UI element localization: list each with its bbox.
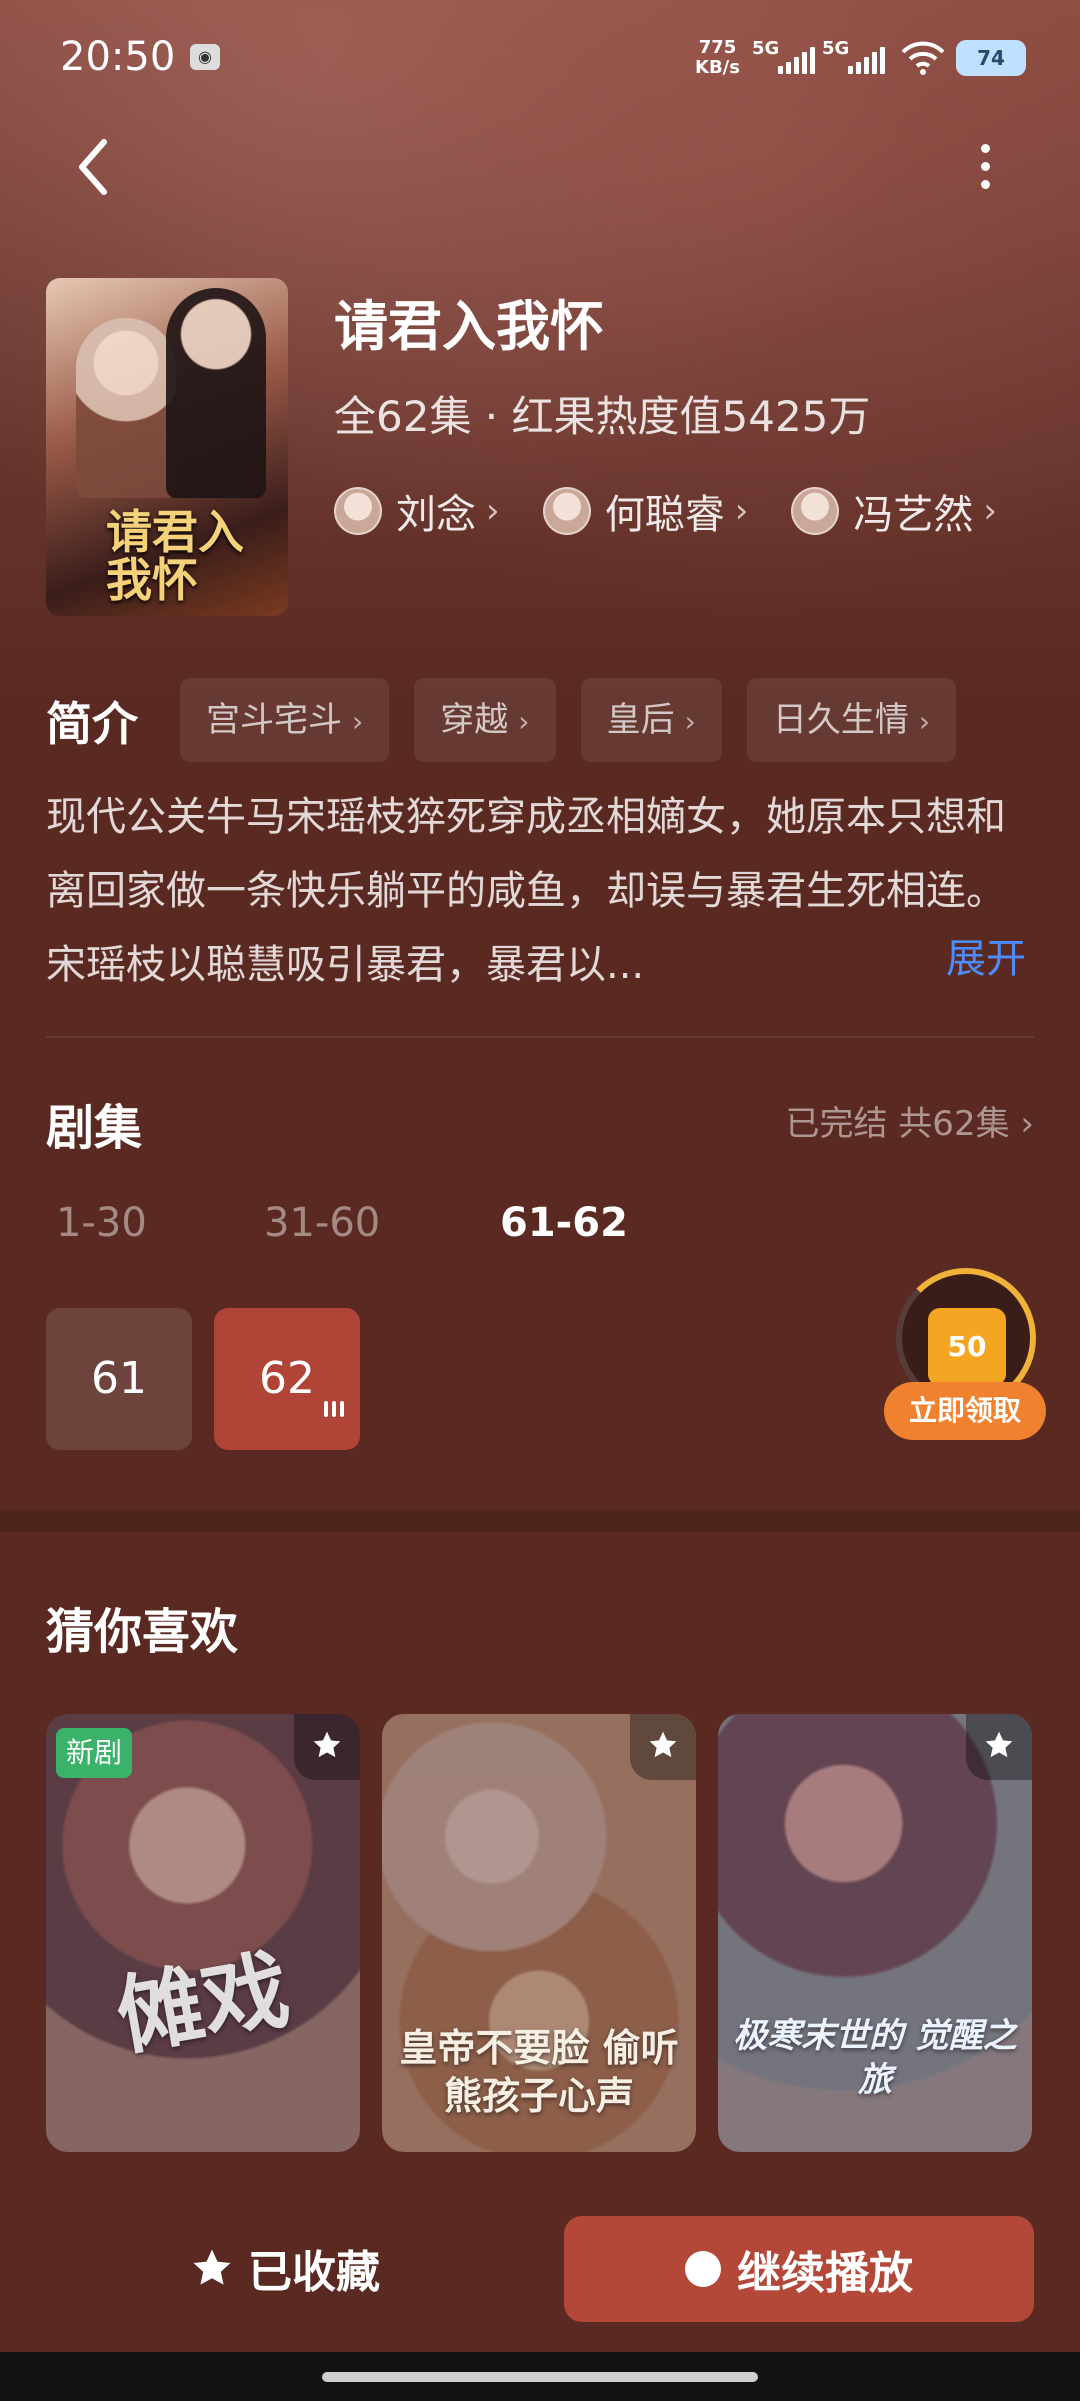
- tag-label: 宫斗宅斗: [206, 700, 342, 740]
- tag-list: 宫斗宅斗 › 穿越 › 皇后 › 日久生情 ›: [180, 678, 976, 764]
- cast-name: 冯艺然: [853, 492, 974, 538]
- recommend-card[interactable]: 极寒末世的 觉醒之旅: [718, 1714, 1032, 2152]
- star-icon: [985, 1731, 1013, 1758]
- network-speed-value: 775: [698, 37, 737, 58]
- collect-button[interactable]: 已收藏: [190, 2226, 380, 2310]
- tab-range-3[interactable]: 61-62: [500, 1200, 628, 1246]
- tab-range-2[interactable]: 31-60: [264, 1200, 380, 1246]
- episode-button[interactable]: 61: [46, 1308, 192, 1450]
- favorite-button[interactable]: [966, 1714, 1032, 1780]
- cast-item[interactable]: 刘念 ›: [334, 482, 500, 540]
- tag-label: 穿越: [440, 700, 509, 740]
- chevron-right-icon: ›: [734, 491, 749, 531]
- network-type-2: 5G: [822, 38, 850, 59]
- home-indicator[interactable]: [322, 2372, 758, 2382]
- cast-name: 何聪睿: [604, 492, 725, 538]
- tag-chip[interactable]: 皇后 ›: [580, 678, 722, 762]
- battery-icon: 74: [956, 40, 1026, 76]
- tag-chip[interactable]: 宫斗宅斗 ›: [180, 678, 390, 762]
- recommend-card[interactable]: 傩戏 新剧: [46, 1714, 360, 2152]
- chevron-right-icon: ›: [684, 705, 696, 738]
- synopsis-heading: 简介: [46, 697, 138, 751]
- cast-item[interactable]: 冯艺然 ›: [791, 482, 997, 540]
- chevron-right-icon: ›: [983, 491, 998, 531]
- play-icon: [685, 2251, 721, 2287]
- episodes-heading: 剧集: [46, 1100, 143, 1156]
- drama-meta: 全62集 · 红果热度值5425万: [334, 392, 871, 441]
- episode-number: 61: [91, 1353, 147, 1404]
- favorite-button[interactable]: [630, 1714, 696, 1780]
- chevron-right-icon: ›: [352, 705, 364, 738]
- more-icon[interactable]: [970, 138, 1000, 198]
- tag-label: 皇后: [606, 700, 675, 740]
- chevron-right-icon: ›: [1020, 1104, 1034, 1144]
- status-time: 20:50: [60, 34, 176, 80]
- back-icon[interactable]: [68, 132, 118, 202]
- episode-button-current[interactable]: 62: [214, 1308, 360, 1450]
- chevron-right-icon: ›: [918, 705, 931, 738]
- app-notification-icon: ◉: [190, 44, 220, 70]
- continue-play-button[interactable]: 继续播放: [564, 2216, 1034, 2322]
- tag-chip[interactable]: 穿越 ›: [414, 678, 556, 762]
- claim-reward-button[interactable]: 立即领取: [884, 1382, 1046, 1440]
- recommend-heading: 猜你喜欢: [46, 1604, 239, 1660]
- tab-range-1[interactable]: 1-30: [56, 1200, 147, 1246]
- episode-number: 62: [259, 1353, 315, 1404]
- expand-link[interactable]: 展开: [946, 922, 1026, 996]
- cast-item[interactable]: 何聪睿 ›: [542, 482, 749, 540]
- divider: [46, 1036, 1034, 1038]
- cast-name: 刘念: [396, 492, 476, 538]
- collect-label: 已收藏: [248, 2247, 380, 2298]
- playing-indicator-icon: [320, 1332, 344, 1474]
- cast-list: 刘念 › 何聪睿 › 冯艺然 ›: [334, 482, 1034, 542]
- network-speed-unit: KB/s: [695, 57, 740, 78]
- drama-title: 请君入我怀: [334, 295, 604, 358]
- avatar: [542, 487, 591, 535]
- recommend-card[interactable]: 皇帝不要脸 偷听熊孩子心声: [382, 1714, 696, 2152]
- drama-poster: 请君入我怀: [46, 278, 288, 616]
- avatar: [334, 487, 382, 535]
- avatar: [791, 487, 840, 535]
- signal-icon-2: [848, 46, 890, 74]
- status-bar: 20:50 ◉ 775 KB/s 5G 5G 74: [0, 0, 1080, 110]
- star-icon: [193, 2249, 231, 2285]
- star-icon: [313, 1731, 341, 1758]
- poster-title: 请君入我怀: [106, 505, 244, 607]
- play-label: 继续播放: [737, 2248, 913, 2299]
- section-divider: [0, 1510, 1080, 1532]
- synopsis-text: 现代公关牛马宋瑶枝猝死穿成丞相嫡女，她原本只想和离回家做一条快乐躺平的咸鱼，却误…: [46, 794, 1006, 988]
- card-title: 极寒末世的 觉醒之旅: [733, 2016, 1017, 2100]
- card-title: 皇帝不要脸 偷听熊孩子心声: [399, 2025, 679, 2118]
- chevron-right-icon: ›: [486, 491, 500, 531]
- network-type-1: 5G: [752, 38, 780, 59]
- tag-chip[interactable]: 日久生情 ›: [746, 678, 957, 762]
- coin-box-icon: 50: [928, 1308, 1006, 1386]
- chevron-right-icon: ›: [518, 705, 530, 738]
- new-badge: 新剧: [56, 1728, 133, 1778]
- signal-icon: [778, 46, 820, 74]
- star-icon: [649, 1731, 677, 1758]
- favorite-button[interactable]: [294, 1714, 360, 1780]
- episodes-status: 已完结 共62集: [785, 1104, 1010, 1144]
- episodes-status-link[interactable]: 已完结 共62集 ›: [786, 1096, 1035, 1145]
- wifi-icon: [901, 41, 945, 75]
- network-speed: 775 KB/s: [695, 38, 740, 78]
- tag-label: 日久生情: [772, 700, 909, 740]
